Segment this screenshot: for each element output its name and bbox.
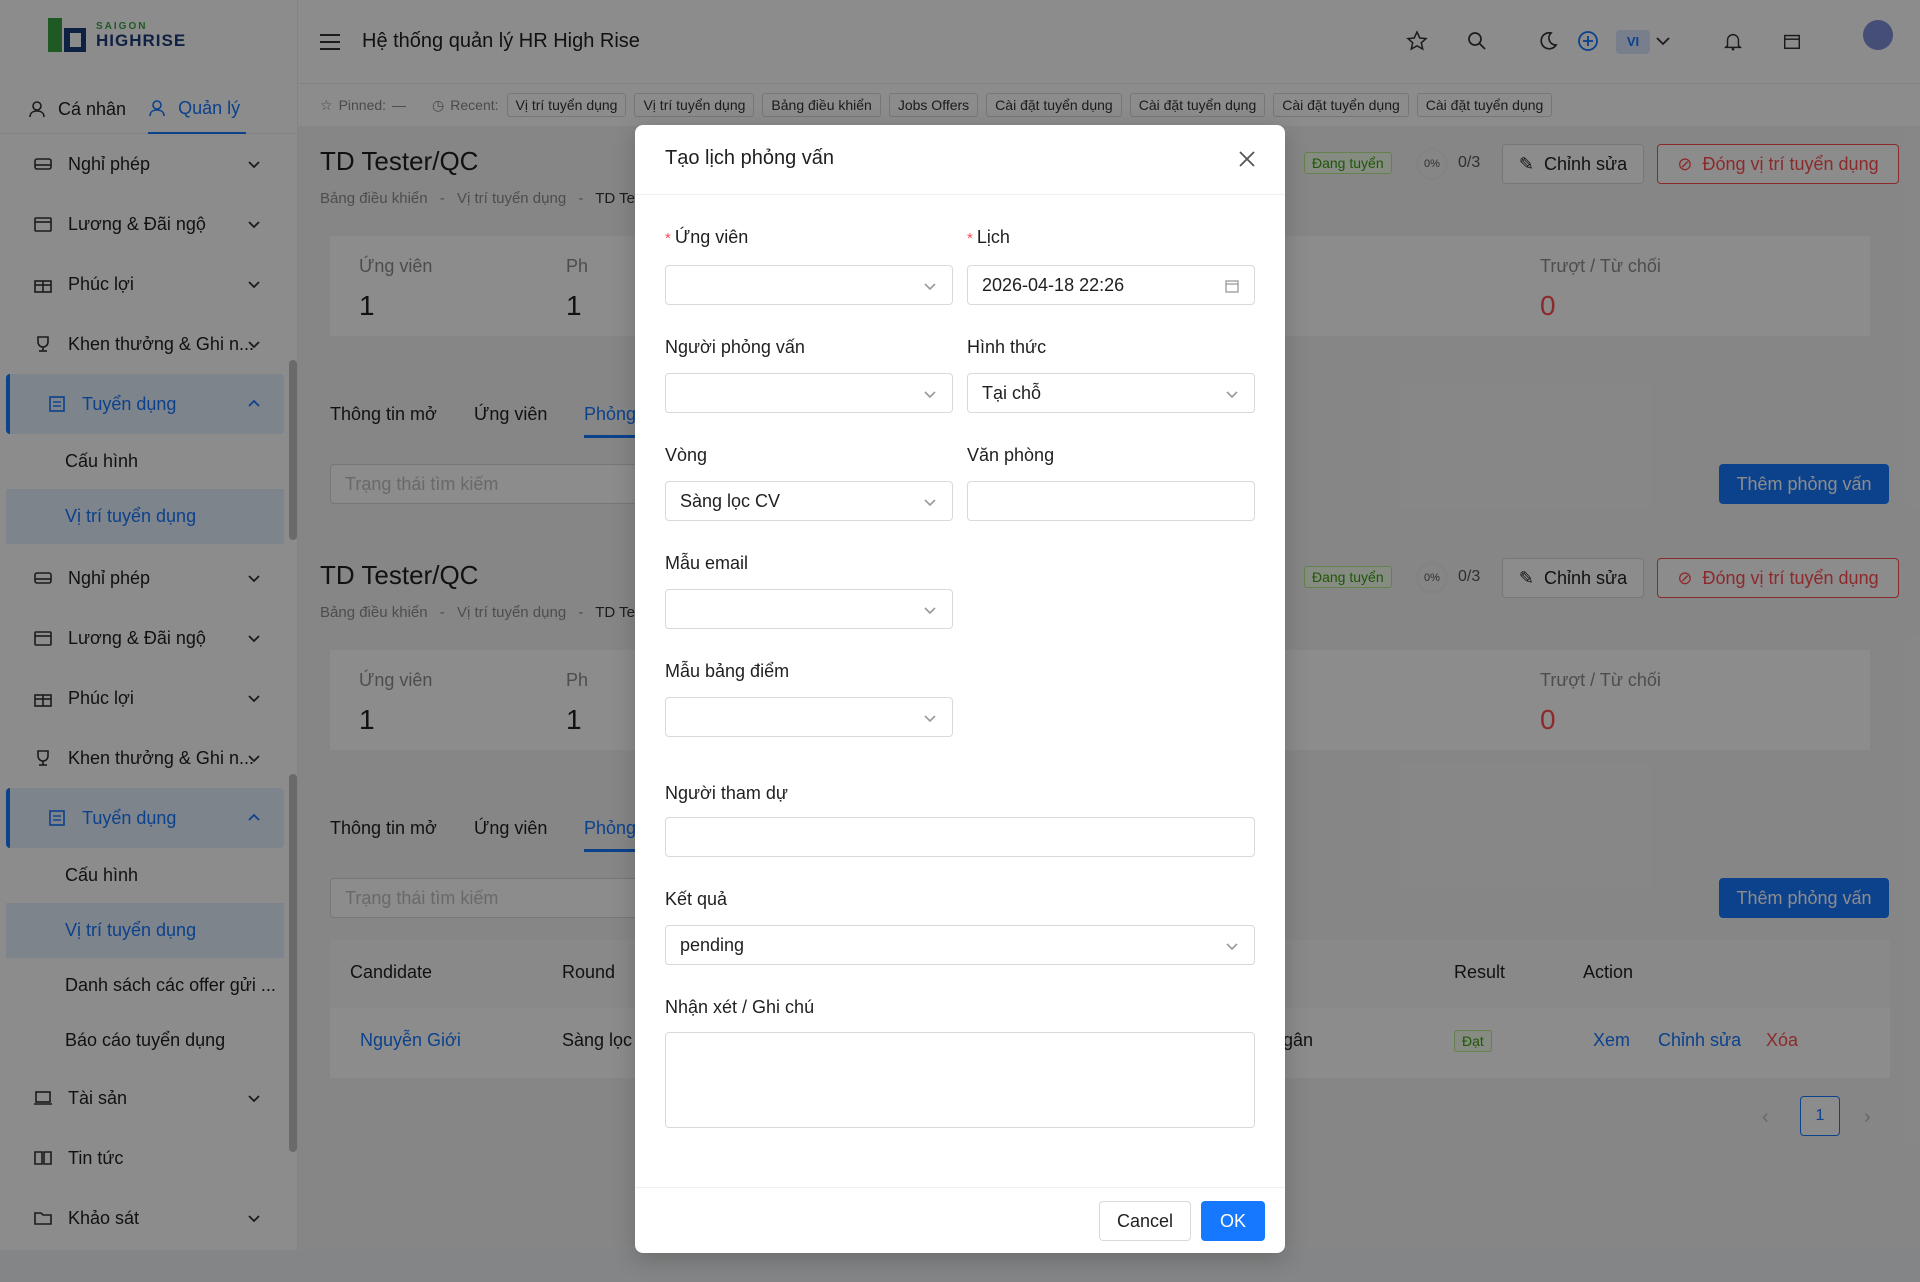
chevron-down-icon [924,499,936,507]
chevron-down-icon [924,715,936,723]
email-template-select[interactable] [665,589,953,629]
chevron-down-icon [924,391,936,399]
notes-textarea[interactable] [665,1032,1255,1128]
schedule-label: * Lịch [967,227,1010,247]
round-label: Vòng [665,445,708,465]
notes-label: Nhận xét / Ghi chú [665,997,815,1017]
chevron-down-icon [1226,391,1238,399]
modal-header: Tạo lịch phỏng vấn [635,125,1285,195]
result-select[interactable]: pending [665,925,1255,965]
calendar-icon [1225,280,1239,293]
result-label: Kết quả [665,889,728,909]
cancel-button[interactable]: Cancel [1099,1201,1191,1241]
chevron-down-icon [924,283,936,291]
attendees-label: Người tham dự [665,783,788,803]
office-label: Văn phòng [967,445,1055,465]
candidate-label: * Ứng viên [665,227,749,247]
format-label: Hình thức [967,337,1047,357]
interviewer-select[interactable] [665,373,953,413]
chevron-down-icon [924,607,936,615]
interviewer-label: Người phỏng vấn [665,337,805,357]
score-template-label: Mẫu bảng điểm [665,661,790,681]
email-template-label: Mẫu email [665,553,749,573]
modal-footer: Cancel OK [635,1187,1285,1253]
candidate-select[interactable] [665,265,953,305]
round-select[interactable]: Sàng lọc CV [665,481,953,521]
modal-title: Tạo lịch phỏng vấn [665,147,835,169]
close-icon[interactable] [1235,147,1259,171]
attendees-input[interactable] [665,817,1255,857]
office-input[interactable] [967,481,1255,521]
format-select[interactable]: Tại chỗ [967,373,1255,413]
score-template-select[interactable] [665,697,953,737]
ok-button[interactable]: OK [1201,1201,1265,1241]
create-interview-modal: Tạo lịch phỏng vấn * Ứng viên * Lịch 2026-… [635,125,1285,1253]
chevron-down-icon [1226,943,1238,951]
schedule-datetime-picker[interactable]: 2026-04-18 22:26 [967,265,1255,305]
